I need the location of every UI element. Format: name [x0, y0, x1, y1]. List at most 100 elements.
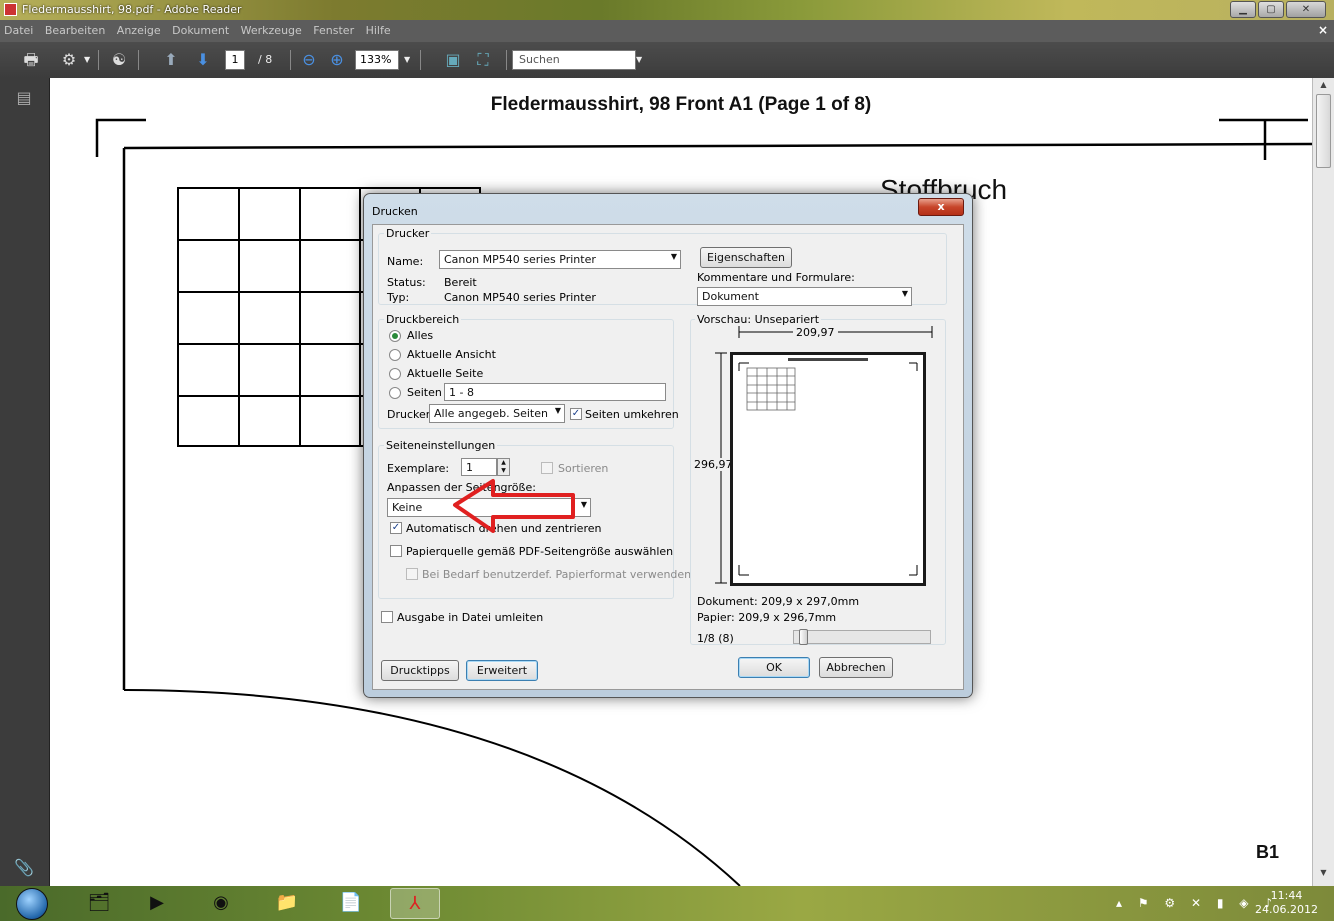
menu-bearbeiten[interactable]: Bearbeiten — [41, 20, 109, 37]
chevron-down-icon: ▼ — [670, 252, 677, 261]
print-icon[interactable]: 🖶 — [20, 50, 42, 70]
menu-werkzeuge[interactable]: Werkzeuge — [237, 20, 306, 37]
zoom-out-icon[interactable]: ⊖ — [298, 50, 320, 70]
collate-checkbox[interactable] — [541, 462, 553, 474]
menu-anzeige[interactable]: Anzeige — [113, 20, 165, 37]
previous-page-icon[interactable]: ⬆ — [160, 50, 182, 70]
range-all-radio[interactable] — [389, 330, 401, 342]
minimize-button[interactable]: ▁ — [1230, 1, 1256, 18]
printer-type-label: Typ: — [387, 291, 410, 304]
comments-forms-value: Dokument — [702, 290, 759, 303]
page-total-label: / 8 — [258, 53, 273, 66]
cancel-button[interactable]: Abbrechen — [819, 657, 893, 678]
search-dropdown-icon[interactable]: ▼ — [636, 50, 642, 70]
attachments-paperclip-icon[interactable]: 📎 — [14, 858, 34, 878]
system-tray-icons[interactable]: ▴ ⚑ ⚙ ✕ ▮ ◈ ♪ — [1116, 896, 1278, 910]
dialog-body: Drucker Name: Canon MP540 series Printer… — [372, 224, 964, 690]
advanced-button[interactable]: Erweitert — [466, 660, 538, 681]
vertical-scrollbar[interactable]: ▲ ▼ — [1312, 78, 1334, 886]
auto-rotate-checkbox[interactable]: ✓ — [390, 522, 402, 534]
taskbar: 🗂 ▶ ◉ 📁 📄 ⅄ ▴ ⚑ ⚙ ✕ ▮ ◈ ♪ 11:44 24.06.20… — [0, 886, 1334, 921]
chevron-down-icon: ▼ — [554, 406, 561, 415]
explorer-taskbar-icon[interactable]: 🗂 — [74, 888, 124, 919]
printer-status-label: Status: — [387, 276, 426, 289]
preview-page-slider-thumb[interactable] — [799, 629, 808, 645]
preview-page-content — [738, 358, 918, 576]
preview-page-slider[interactable] — [793, 630, 931, 644]
close-document-icon[interactable]: × — [1318, 23, 1328, 37]
menu-hilfe[interactable]: Hilfe — [362, 20, 395, 37]
navigation-panel: ▤ 📎 — [0, 78, 50, 886]
page-scaling-value: Keine — [392, 501, 423, 514]
share-dropdown-icon[interactable]: ▼ — [84, 50, 90, 70]
window-title-bar: Fledermausshirt, 98.pdf - Adobe Reader ▁… — [0, 0, 1334, 20]
preview-page-thumbnail — [730, 352, 926, 586]
range-pages-radio[interactable] — [389, 387, 401, 399]
zoom-dropdown-icon[interactable]: ▼ — [404, 50, 410, 70]
window-controls: ▁ ▢ ✕ — [1230, 1, 1326, 18]
preview-width-dimension: 209,97 — [793, 326, 838, 339]
media-player-taskbar-icon[interactable]: ▶ — [132, 888, 182, 919]
paper-size-label: Papier: 209,9 x 296,7mm — [697, 611, 837, 624]
chrome-taskbar-icon[interactable]: ◉ — [196, 888, 246, 919]
paper-source-checkbox[interactable] — [390, 545, 402, 557]
custom-paper-checkbox[interactable] — [406, 568, 418, 580]
comments-forms-select[interactable]: Dokument ▼ — [697, 287, 912, 306]
start-button[interactable] — [16, 888, 48, 920]
menu-datei[interactable]: Datei — [0, 20, 37, 37]
scrollbar-thumb[interactable] — [1316, 94, 1331, 168]
printer-name-select[interactable]: Canon MP540 series Printer ▼ — [439, 250, 681, 269]
adobe-reader-taskbar-icon[interactable]: ⅄ — [390, 888, 440, 919]
chevron-down-icon: ▼ — [901, 289, 908, 298]
comments-forms-label: Kommentare und Formulare: — [697, 271, 855, 284]
page-range-input[interactable]: 1 - 8 — [444, 383, 666, 401]
range-current-view-label: Aktuelle Ansicht — [407, 348, 496, 361]
ok-button[interactable]: OK — [738, 657, 810, 678]
range-pages-label: Seiten — [407, 386, 442, 399]
properties-button[interactable]: Eigenschaften — [700, 247, 792, 268]
collate-label: Sortieren — [558, 462, 609, 475]
clock-time: 11:44 — [1270, 889, 1303, 902]
zoom-in-icon[interactable]: ⊕ — [326, 50, 348, 70]
adobe-reader-icon — [4, 3, 17, 16]
print-subset-select[interactable]: Alle angegeb. Seiten ▼ — [429, 404, 565, 423]
next-page-icon[interactable]: ⬇ — [192, 50, 214, 70]
page-corner-label: B1 — [1256, 842, 1280, 862]
dialog-close-button[interactable]: x — [918, 198, 964, 216]
search-input[interactable]: Suchen — [512, 50, 636, 70]
pages-panel-icon[interactable]: ▤ — [14, 88, 34, 108]
maximize-button[interactable]: ▢ — [1258, 1, 1284, 18]
range-current-view-radio[interactable] — [389, 349, 401, 361]
print-subset-value: Alle angegeb. Seiten — [434, 407, 548, 420]
annotation-arrow — [453, 479, 575, 533]
copies-spinner[interactable]: ▲ ▼ — [497, 458, 510, 476]
scroll-down-icon[interactable]: ▼ — [1313, 868, 1334, 884]
fit-width-icon[interactable]: ▣ — [442, 50, 464, 70]
page-number-input[interactable]: 1 — [225, 50, 245, 70]
copies-label: Exemplare: — [387, 462, 450, 475]
printer-group-title: Drucker — [384, 227, 432, 240]
range-current-page-radio[interactable] — [389, 368, 401, 380]
zoom-level-input[interactable]: 133% — [355, 50, 399, 70]
share-icon[interactable]: ⚙ — [58, 50, 80, 70]
fit-page-icon[interactable]: ⛶ — [472, 50, 494, 70]
reverse-pages-checkbox[interactable]: ✓ — [570, 408, 582, 420]
copies-input[interactable]: 1 — [461, 458, 497, 476]
chevron-down-icon: ▼ — [580, 500, 587, 509]
folder-taskbar-icon[interactable]: 📁 — [262, 888, 312, 919]
menu-dokument[interactable]: Dokument — [168, 20, 233, 37]
close-window-button[interactable]: ✕ — [1286, 1, 1326, 18]
preview-height-dimension: 296,97 — [693, 458, 734, 471]
window-title: Fledermausshirt, 98.pdf - Adobe Reader — [22, 3, 242, 16]
dialog-title: Drucken — [372, 205, 418, 218]
document-taskbar-icon[interactable]: 📄 — [326, 888, 376, 919]
output-to-file-checkbox[interactable] — [381, 611, 393, 623]
menu-fenster[interactable]: Fenster — [309, 20, 358, 37]
output-to-file-label: Ausgabe in Datei umleiten — [397, 611, 544, 624]
printer-name-label: Name: — [387, 255, 424, 268]
print-tips-button[interactable]: Drucktipps — [381, 660, 459, 681]
printer-name-value: Canon MP540 series Printer — [444, 253, 596, 266]
taskbar-clock[interactable]: 11:44 24.06.2012 — [1255, 889, 1318, 917]
collaborate-icon[interactable]: ☯ — [108, 50, 130, 70]
custom-paper-label: Bei Bedarf benutzerdef. Papierformat ver… — [422, 568, 692, 581]
